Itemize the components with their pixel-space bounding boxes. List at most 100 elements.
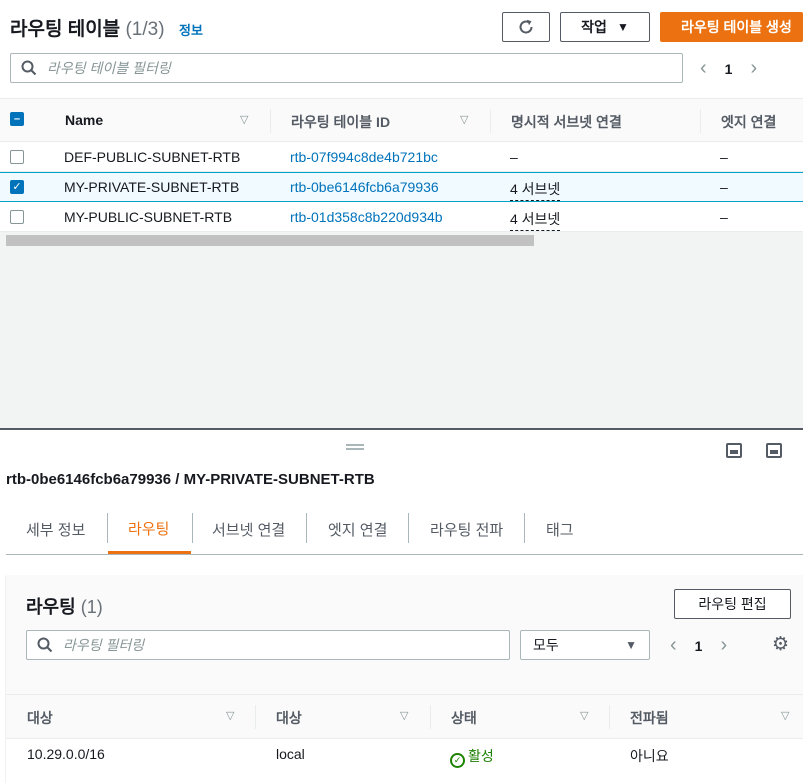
detail-title: rtb-0be6146fcb6a79936 / MY-PRIVATE-SUBNE… <box>6 471 375 488</box>
pagination: ‹ 1 › <box>700 57 757 80</box>
route-tables-panel: 라우팅 테이블 (1/3) 정보 작업 ▼ 라우팅 테이블 생성 라우팅 테이블… <box>0 0 803 428</box>
table-row[interactable]: 10.29.0.0/16 local ✓ 활성 아니요 <box>6 739 803 769</box>
row-edge: – <box>720 209 728 225</box>
tab-tags[interactable]: 태그 <box>526 505 594 554</box>
row-checkbox[interactable] <box>10 210 24 224</box>
column-separator[interactable] <box>609 705 610 729</box>
routes-filter-select[interactable]: 모두 ▼ <box>520 630 650 660</box>
row-subnets-popover[interactable]: 4 서브넷 <box>510 209 561 231</box>
column-separator[interactable] <box>255 705 256 729</box>
routes-title: 라우팅 (1) <box>26 593 103 619</box>
row-edge: – <box>720 179 728 195</box>
row-subnets: – <box>510 149 518 165</box>
row-name: MY-PRIVATE-SUBNET-RTB <box>64 179 240 195</box>
routes-container-header: 라우팅 (1) 라우팅 편집 라우팅 필터링 모두 ▼ ‹ 1 › ⚙ <box>6 575 803 695</box>
refresh-icon <box>519 19 533 34</box>
panel-side-icon[interactable] <box>766 443 782 458</box>
column-header-name[interactable]: Name <box>65 112 103 128</box>
routes-count: (1) <box>80 597 103 617</box>
column-separator[interactable] <box>490 109 491 133</box>
column-separator[interactable] <box>430 705 431 729</box>
table-row[interactable]: MY-PUBLIC-SUBNET-RTB rtb-01d358c8b220d93… <box>0 202 803 232</box>
sort-icon[interactable]: ▽ <box>781 709 789 722</box>
previous-page-icon[interactable]: ‹ <box>670 634 677 657</box>
routes-search-input[interactable]: 라우팅 필터링 <box>26 630 510 660</box>
column-header-explicit-subnet[interactable]: 명시적 서브넷 연결 <box>511 112 622 132</box>
table-row-selected[interactable]: ✓ MY-PRIVATE-SUBNET-RTB rtb-0be6146fcb6a… <box>0 172 803 202</box>
table-row[interactable]: DEF-PUBLIC-SUBNET-RTB rtb-07f994c8de4b72… <box>0 142 803 172</box>
caret-down-icon: ▼ <box>625 638 637 652</box>
route-destination: 10.29.0.0/16 <box>27 746 105 762</box>
route-tables-table-header: – Name ▽ 라우팅 테이블 ID ▽ 명시적 서브넷 연결 엣지 연결 <box>0 98 803 142</box>
routes-table-header: 대상 ▽ 대상 ▽ 상태 ▽ 전파됨 ▽ <box>6 695 803 739</box>
column-header-edge[interactable]: 엣지 연결 <box>721 112 776 132</box>
routes-title-text: 라우팅 <box>26 597 76 617</box>
tab-separator <box>408 513 409 543</box>
detail-tabs: 세부 정보 라우팅 서브넷 연결 엣지 연결 라우팅 전파 태그 <box>6 505 803 555</box>
row-checkbox-checked[interactable]: ✓ <box>10 180 24 194</box>
column-header-route-table-id[interactable]: 라우팅 테이블 ID <box>291 112 390 132</box>
column-header-status[interactable]: 상태 <box>451 708 477 728</box>
tab-details[interactable]: 세부 정보 <box>6 505 105 554</box>
tab-label: 라우팅 <box>128 520 170 538</box>
column-separator[interactable] <box>700 109 701 133</box>
route-status: ✓ 활성 <box>450 746 494 768</box>
column-header-destination[interactable]: 대상 <box>27 708 53 728</box>
tab-subnet-associations[interactable]: 서브넷 연결 <box>192 505 305 554</box>
column-separator[interactable] <box>270 109 271 133</box>
tab-label: 라우팅 전파 <box>430 522 504 539</box>
row-checkbox[interactable] <box>10 150 24 164</box>
tab-routes[interactable]: 라우팅 <box>108 505 191 554</box>
row-edge: – <box>720 149 728 165</box>
tab-edge-associations[interactable]: 엣지 연결 <box>308 505 407 554</box>
search-placeholder: 라우팅 테이블 필터링 <box>47 60 171 76</box>
tab-label: 태그 <box>546 522 574 539</box>
route-status-text: 활성 <box>468 748 494 764</box>
settings-gear-icon[interactable]: ⚙ <box>772 633 789 656</box>
previous-page-icon[interactable]: ‹ <box>700 57 707 80</box>
current-page[interactable]: 1 <box>695 638 703 654</box>
actions-button[interactable]: 작업 ▼ <box>560 12 650 42</box>
resize-handle-icon[interactable] <box>346 444 364 450</box>
route-propagated: 아니요 <box>630 748 669 764</box>
horizontal-scrollbar[interactable] <box>6 235 534 246</box>
create-route-table-button[interactable]: 라우팅 테이블 생성 <box>660 12 803 42</box>
sort-icon[interactable]: ▽ <box>240 113 248 126</box>
route-table-id-link[interactable]: rtb-0be6146fcb6a79936 <box>290 179 439 195</box>
tab-separator <box>524 513 525 543</box>
routes-pagination: ‹ 1 › <box>670 634 727 657</box>
sort-icon[interactable]: ▽ <box>226 709 234 722</box>
next-page-icon[interactable]: › <box>720 634 727 657</box>
route-table-search-input[interactable]: 라우팅 테이블 필터링 <box>10 53 683 83</box>
route-table-id-link[interactable]: rtb-01d358c8b220d934b <box>290 209 443 225</box>
next-page-icon[interactable]: › <box>750 57 757 80</box>
column-header-propagated[interactable]: 전파됨 <box>630 708 669 728</box>
panel-bottom-icon[interactable] <box>726 443 742 458</box>
tab-separator <box>306 513 307 543</box>
info-link[interactable]: 정보 <box>179 20 203 39</box>
detail-split-panel: rtb-0be6146fcb6a79936 / MY-PRIVATE-SUBNE… <box>0 430 803 783</box>
page-title: 라우팅 테이블 (1/3) <box>10 14 165 41</box>
row-name: MY-PUBLIC-SUBNET-RTB <box>64 209 233 225</box>
current-page[interactable]: 1 <box>725 61 733 77</box>
row-subnets-popover[interactable]: 4 서브넷 <box>510 179 561 201</box>
selection-count: (1/3) <box>125 19 165 40</box>
sort-icon[interactable]: ▽ <box>460 113 468 126</box>
create-route-table-label: 라우팅 테이블 생성 <box>681 19 792 35</box>
row-name: DEF-PUBLIC-SUBNET-RTB <box>64 149 241 165</box>
routes-container: 라우팅 (1) 라우팅 편집 라우팅 필터링 모두 ▼ ‹ 1 › ⚙ 대상 ▽… <box>6 575 803 783</box>
column-header-target[interactable]: 대상 <box>276 708 302 728</box>
sort-icon[interactable]: ▽ <box>580 709 588 722</box>
tab-label: 엣지 연결 <box>328 522 388 539</box>
select-all-checkbox[interactable]: – <box>10 112 24 126</box>
page-title-text: 라우팅 테이블 <box>10 19 121 40</box>
check-circle-icon: ✓ <box>450 753 465 768</box>
route-table-id-link[interactable]: rtb-07f994c8de4b721bc <box>290 149 438 165</box>
select-value: 모두 <box>533 637 559 653</box>
caret-down-icon: ▼ <box>616 20 629 34</box>
refresh-button[interactable] <box>502 12 550 42</box>
sort-icon[interactable]: ▽ <box>400 709 408 722</box>
route-target: local <box>276 746 305 762</box>
tab-route-propagation[interactable]: 라우팅 전파 <box>410 505 523 554</box>
edit-routes-button[interactable]: 라우팅 편집 <box>674 589 791 619</box>
